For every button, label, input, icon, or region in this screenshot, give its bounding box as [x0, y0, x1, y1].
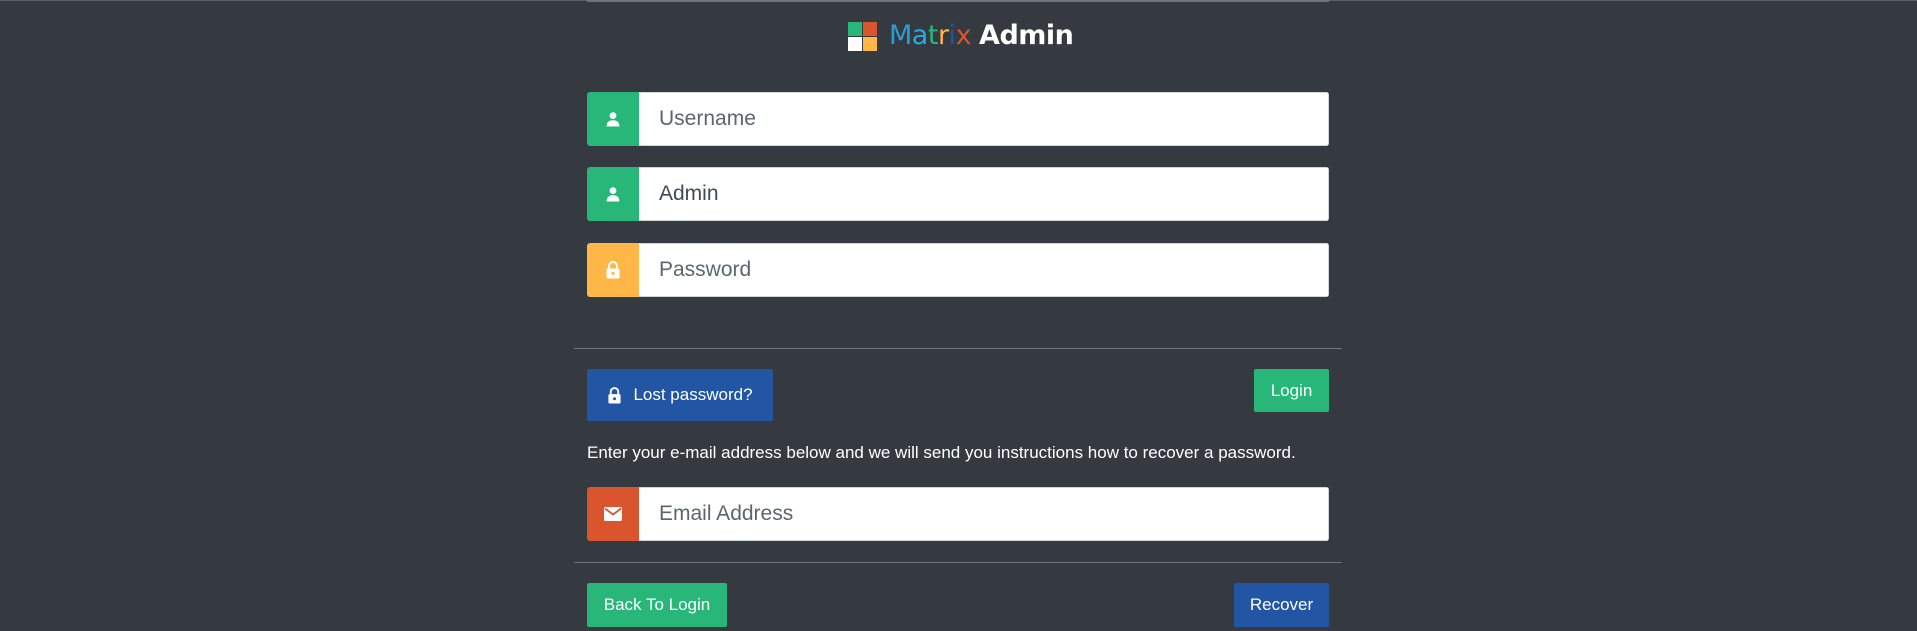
email-input-group: Email Address — [587, 487, 1329, 541]
username-input[interactable]: Username — [639, 92, 1329, 146]
back-to-login-button[interactable]: Back To Login — [587, 583, 727, 627]
role-input-group: Admin — [587, 167, 1329, 221]
user-icon — [587, 167, 639, 221]
logo-letter: t — [927, 20, 939, 51]
logo-letter: a — [911, 20, 929, 51]
logo-letter: M — [889, 20, 912, 51]
matrix-logo-mark-icon — [848, 21, 877, 51]
login-label: Login — [1270, 380, 1313, 400]
logo-letter: i — [948, 20, 957, 51]
panel-top-border — [587, 0, 1329, 2]
recover-help-text: Enter your e-mail address below and we w… — [587, 443, 1296, 462]
password-input[interactable]: Password — [639, 243, 1329, 297]
lost-password-button[interactable]: Lost password? — [587, 369, 773, 421]
login-button[interactable]: Login — [1254, 369, 1329, 412]
role-input[interactable]: Admin — [639, 167, 1329, 221]
recover-label: Recover — [1249, 595, 1314, 614]
form-divider — [574, 348, 1342, 349]
lost-password-label: Lost password? — [633, 385, 753, 404]
recover-divider — [574, 562, 1342, 563]
logo-letter: r — [937, 20, 949, 51]
lock-icon — [607, 386, 622, 405]
back-to-login-label: Back To Login — [603, 595, 711, 614]
lock-icon — [587, 243, 639, 297]
logo-letter: x — [955, 20, 972, 51]
envelope-icon — [587, 487, 639, 541]
username-input-group: Username — [587, 92, 1329, 146]
recover-button[interactable]: Recover — [1234, 583, 1329, 627]
password-input-group: Password — [587, 243, 1329, 297]
user-icon — [587, 92, 639, 146]
email-input[interactable]: Email Address — [639, 487, 1329, 541]
logo-text: Matrix Admin — [889, 20, 1074, 52]
logo-strong-text: Admin — [979, 20, 1074, 51]
app-logo: Matrix Admin — [848, 20, 1074, 52]
